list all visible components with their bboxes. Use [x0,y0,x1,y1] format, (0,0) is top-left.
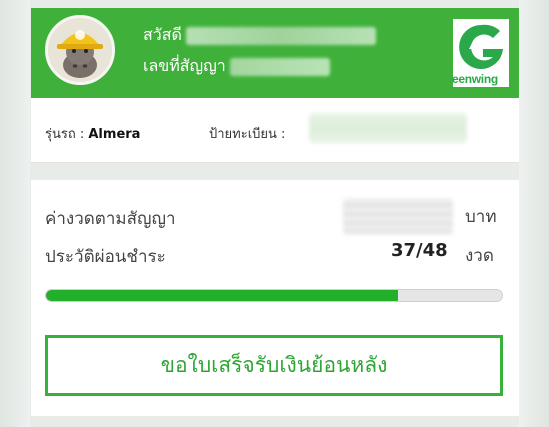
installment-amount-redacted [343,198,453,234]
history-label: ประวัติผ่อนชำระ [45,247,166,267]
payment-card: ค่างวดตามสัญญา บาท ประวัติผ่อนชำระ 37/48… [31,180,519,416]
page-background-right [519,0,549,427]
company-logo: eenwing [452,19,509,87]
car-model-label: รุ่นรถ : [45,127,89,142]
car-model: รุ่นรถ : Almera [45,123,140,144]
count-unit: งวด [465,246,494,266]
installment-label: ค่างวดตามสัญญา [45,209,176,229]
avatar[interactable] [45,15,115,85]
plate-number-redacted [309,113,467,143]
car-model-value: Almera [88,127,141,142]
hippo-helmet-avatar-icon [48,18,112,82]
payment-progress-fill [46,290,398,301]
greeting-line: สวัสดี [143,23,376,48]
paid-count: 37/48 [391,240,448,261]
contract-prefix: เลขที่สัญญา [143,56,226,75]
page-background-left [0,0,30,427]
logo-text: eenwing [452,72,498,86]
green-wing-logo-icon [459,24,503,69]
customer-name-redacted [185,26,376,45]
customer-header: สวัสดี เลขที่สัญญา eenwing [31,8,519,98]
plate-label: ป้ายทะเบียน : [209,127,286,142]
request-receipt-button[interactable]: ขอใบเสร็จรับเงินย้อนหลัง [45,335,503,396]
payment-progress-bar [45,289,503,302]
installment-unit: บาท [465,207,497,227]
contract-number-redacted [229,57,330,76]
car-info-card: รุ่นรถ : Almera ป้ายทะเบียน : [31,98,519,163]
greeting-prefix: สวัสดี [143,25,182,44]
contract-number-line: เลขที่สัญญา [143,54,330,79]
